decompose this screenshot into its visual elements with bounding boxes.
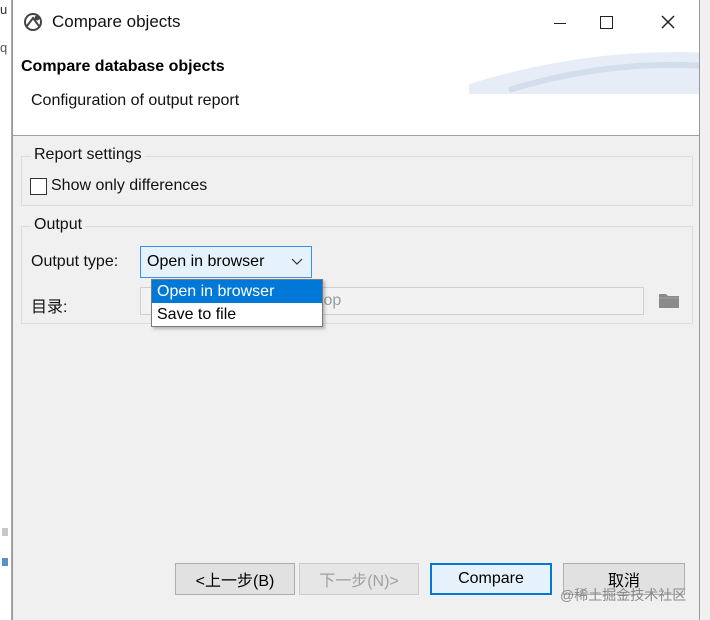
report-settings-group: Report settings Show only differences (21, 146, 693, 206)
output-legend: Output (31, 216, 86, 234)
output-type-dropdown-list: Open in browser Save to file (151, 279, 323, 327)
maximize-button[interactable] (583, 0, 629, 44)
chevron-down-icon (291, 258, 303, 265)
output-type-value: Open in browser (147, 253, 265, 270)
folder-icon[interactable] (658, 291, 680, 309)
show-only-differences-checkbox[interactable] (30, 177, 47, 195)
background-marker (2, 528, 8, 536)
minimize-icon (554, 22, 566, 24)
header-decoration (469, 52, 699, 94)
header-subtitle: Configuration of output report (31, 92, 240, 109)
compare-button[interactable]: Compare (430, 563, 552, 595)
header-title: Compare database objects (21, 58, 225, 75)
show-only-differences-label[interactable]: Show only differences (51, 177, 207, 195)
directory-label: 目录: (31, 299, 68, 316)
minimize-button[interactable] (537, 0, 583, 44)
watermark: @稀土掘金技术社区 (560, 587, 687, 603)
background-window-edge: u q (0, 0, 12, 620)
background-marker (2, 558, 8, 566)
output-type-select[interactable]: Open in browser (140, 246, 312, 278)
background-text-fragment: u (0, 2, 8, 17)
compare-objects-dialog: Compare objects Compare database objects… (12, 0, 700, 620)
next-button[interactable]: 下一步(N)> (299, 563, 419, 595)
compare-app-icon (24, 13, 42, 31)
dropdown-option-save-to-file[interactable]: Save to file (152, 303, 322, 326)
window-title: Compare objects (52, 12, 181, 31)
close-icon (661, 15, 675, 29)
dropdown-option-open-in-browser[interactable]: Open in browser (152, 280, 322, 303)
background-text-fragment: q (0, 40, 8, 55)
close-button[interactable] (645, 0, 691, 44)
output-group: Output Output type: Open in browser 目录: … (21, 216, 693, 324)
title-bar[interactable]: Compare objects (13, 0, 699, 44)
maximize-icon (599, 15, 613, 29)
show-only-differences-option[interactable]: Show only differences (30, 177, 207, 195)
output-type-label: Output type: (31, 253, 119, 270)
wizard-header: Compare database objects Configuration o… (13, 44, 699, 136)
back-button[interactable]: <上一步(B) (175, 563, 295, 595)
report-settings-legend: Report settings (31, 146, 145, 164)
